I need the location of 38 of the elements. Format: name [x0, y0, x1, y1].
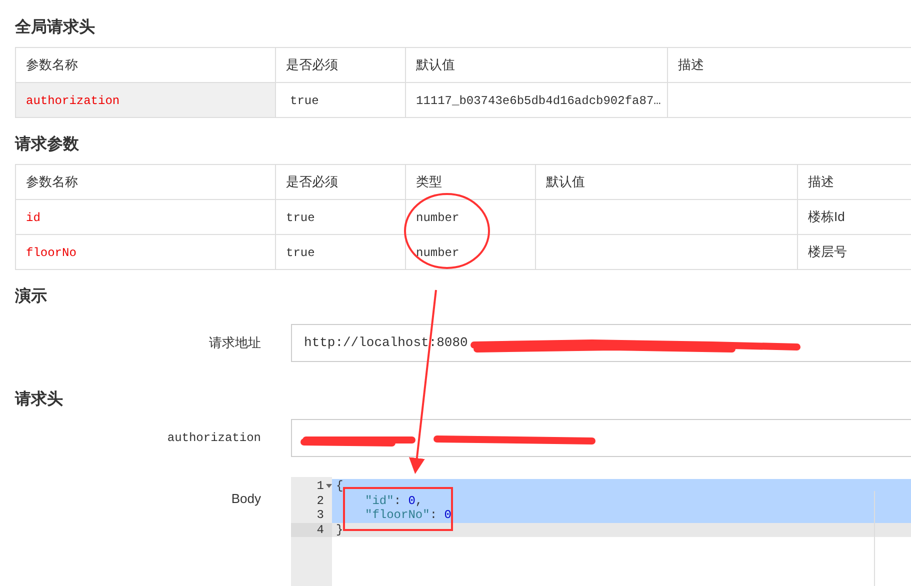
column-header: 参数名称 — [26, 174, 78, 190]
field-label: 请求地址 — [208, 334, 262, 352]
section-heading: 请求参数 — [15, 134, 80, 155]
line-number: 1 — [316, 479, 324, 493]
column-header: 类型 — [416, 174, 442, 190]
column-header: 描述 — [678, 57, 704, 72]
field-label: authorization — [166, 430, 262, 447]
section-heading: 全局请求头 — [15, 18, 96, 38]
line-number: 4 — [316, 522, 324, 536]
table-cell: 11117_b03743e6b5db4d16adcb902fa87… — [416, 94, 661, 108]
code-line: } — [336, 522, 344, 536]
table-cell: 楼栋Id — [808, 209, 845, 224]
input-field[interactable] — [291, 419, 911, 457]
code-editor[interactable]: 1 2 3 4 { "id": 0, "floorNo": 0 } — [291, 477, 911, 586]
column-header: 默认值 — [416, 57, 455, 72]
table-cell-text: true — [289, 94, 319, 108]
table-cell: number — [416, 246, 460, 260]
column-header: 默认值 — [546, 174, 585, 190]
column-header: 参数名称 — [26, 57, 78, 72]
column-header: 是否必须 — [286, 174, 338, 190]
line-number: 3 — [316, 508, 324, 522]
column-header: 描述 — [808, 174, 834, 190]
column-header: 是否必须 — [286, 57, 338, 72]
table-cell: true — [286, 246, 315, 260]
table-cell: number — [416, 211, 460, 225]
line-number: 2 — [316, 494, 324, 508]
table-cell: id — [26, 211, 40, 225]
table-cell: floorNo — [26, 246, 76, 260]
table-cell: true — [286, 211, 315, 225]
table-cell: authorization — [26, 94, 120, 108]
section-heading: 请求头 — [15, 390, 64, 410]
section-heading: 演示 — [15, 286, 48, 307]
code-line: { — [336, 479, 344, 493]
fold-caret-icon[interactable] — [326, 484, 332, 489]
field-label: Body — [230, 490, 262, 508]
code-line: "floorNo": 0 — [364, 508, 452, 522]
code-line: "id": 0, — [364, 494, 423, 508]
table-cell: 楼层号 — [808, 244, 847, 260]
